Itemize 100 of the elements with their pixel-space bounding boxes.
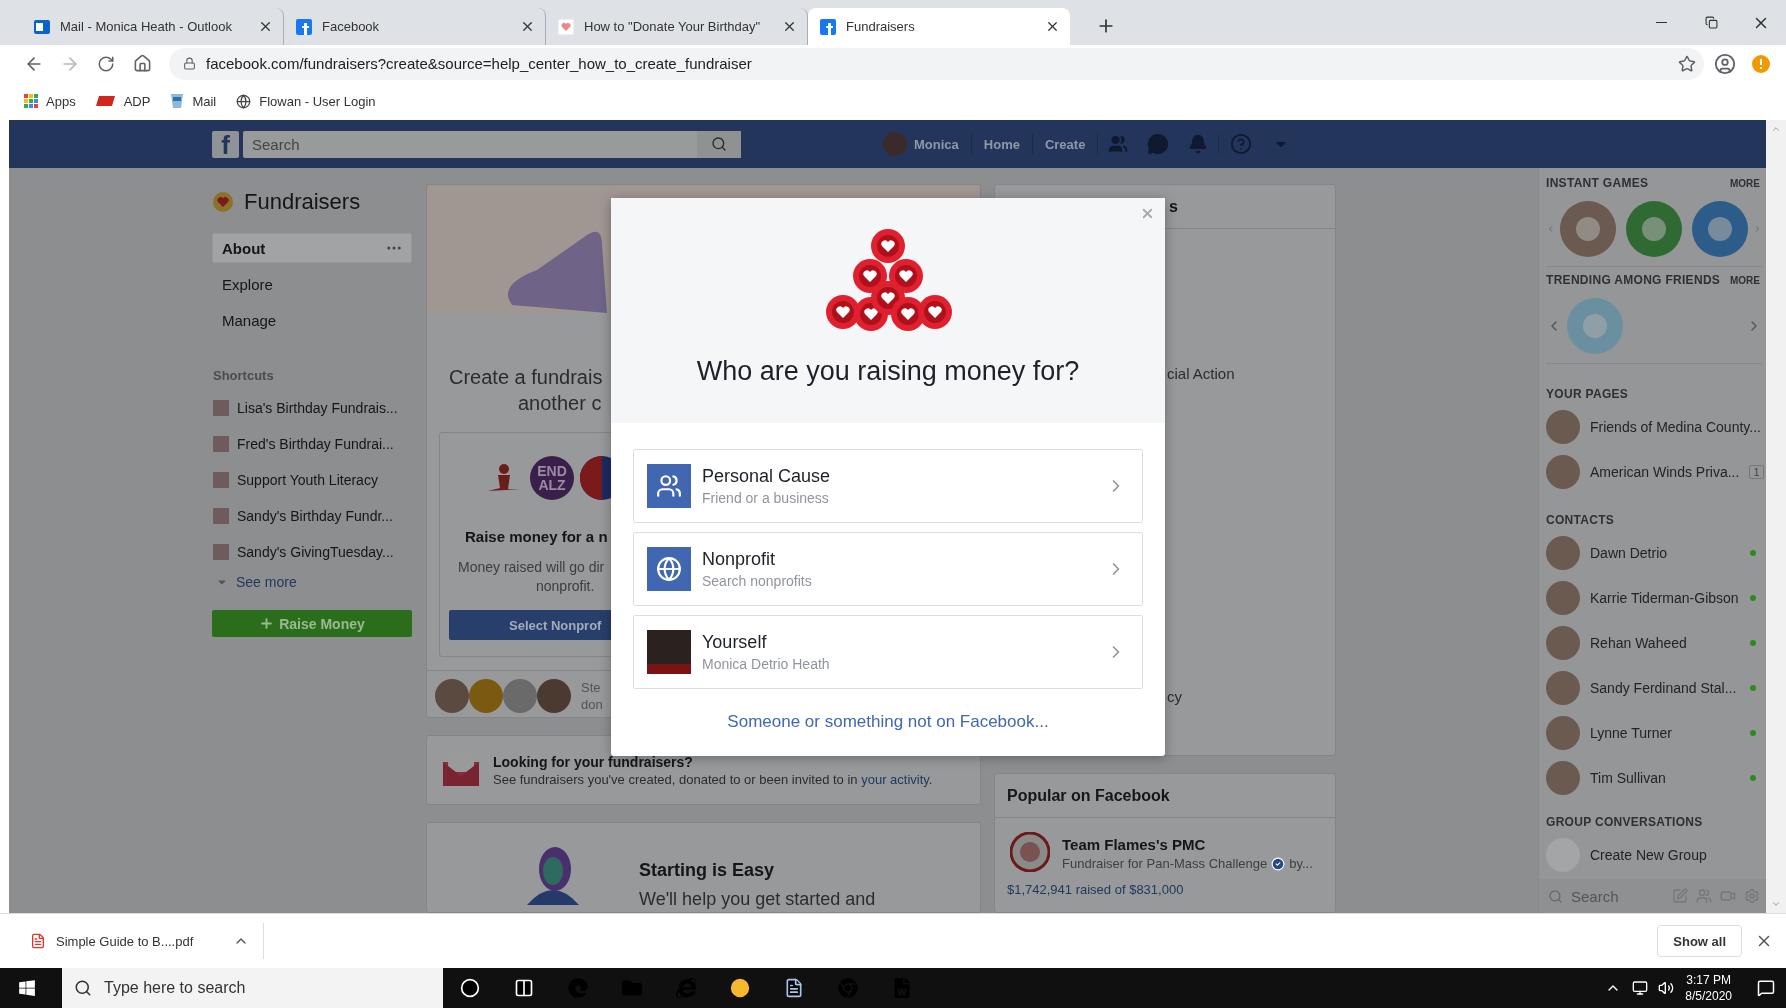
thumbnail bbox=[213, 508, 229, 524]
avatar bbox=[537, 679, 571, 713]
card-text: cy bbox=[1167, 688, 1182, 706]
bookmark[interactable]: Apps bbox=[24, 93, 76, 109]
globe-icon bbox=[236, 93, 252, 109]
shortcut-link[interactable]: Support Youth Literacy bbox=[212, 465, 412, 495]
amount-link[interactable]: $1,742,941 raised of $831,000 bbox=[1007, 882, 1335, 897]
search-field[interactable]: Search bbox=[243, 130, 741, 158]
nav-link[interactable]: Home bbox=[971, 130, 1032, 158]
section-heading: TRENDING AMONG FRIENDS bbox=[1546, 273, 1721, 287]
show-all-button[interactable]: Show all bbox=[1657, 925, 1742, 957]
shortcut-link[interactable]: Sandy's GivingTuesday... bbox=[212, 537, 412, 567]
raise-money-button[interactable]: Raise Money bbox=[212, 610, 412, 637]
site-logo[interactable]: f bbox=[212, 130, 239, 158]
settings-icon[interactable] bbox=[1744, 888, 1760, 904]
search-button[interactable] bbox=[697, 130, 741, 158]
message-icon bbox=[1757, 979, 1775, 997]
star-icon[interactable] bbox=[1678, 54, 1696, 73]
ring-icon bbox=[460, 978, 480, 998]
close-icon[interactable] bbox=[1045, 19, 1060, 34]
contact-item[interactable]: Rehan Waheed bbox=[1546, 622, 1766, 663]
sidebar-item[interactable]: Manage bbox=[212, 305, 412, 335]
sidebar-item[interactable]: Explore bbox=[212, 269, 412, 299]
sidebar-title: Fundraisers bbox=[244, 189, 361, 215]
browser-tab[interactable]: How to "Donate Your Birthday" bbox=[546, 8, 808, 45]
page-link[interactable]: Friends of Medina County... bbox=[1546, 406, 1766, 447]
option-title: Yourself bbox=[702, 632, 768, 653]
thumbnail bbox=[213, 472, 229, 488]
option-row[interactable]: Yourself Monica Detrio Heath bbox=[633, 615, 1143, 689]
alz-logo: END ALZ bbox=[530, 456, 574, 500]
other-link[interactable]: Someone or something not on Facebook... bbox=[727, 712, 1049, 732]
more-link[interactable]: MORE bbox=[1730, 177, 1760, 189]
clock-time: 3:17 PM bbox=[1685, 972, 1732, 988]
monitor-icon bbox=[1632, 980, 1649, 996]
option-row[interactable]: Personal Cause Friend or a business bbox=[633, 449, 1143, 523]
shortcut-link[interactable]: Fred's Birthday Fundrai... bbox=[212, 429, 412, 459]
page-link[interactable]: American Winds Priva... 1 bbox=[1546, 451, 1766, 492]
avatar bbox=[1546, 580, 1580, 615]
scroll-up-icon[interactable] bbox=[1771, 124, 1781, 134]
close-icon[interactable] bbox=[520, 19, 535, 34]
compose-icon[interactable] bbox=[1672, 888, 1688, 904]
contact-item[interactable]: Lynne Turner bbox=[1546, 712, 1766, 753]
fundraiser-subtitle: Fundraiser for Pan-Mass Challenge bbox=[1062, 856, 1268, 871]
taskbar-search-field[interactable]: Type here to search bbox=[62, 968, 443, 1008]
card-title: Raise money for a n bbox=[465, 527, 608, 546]
bookmark[interactable]: ADP bbox=[95, 93, 151, 109]
search-icon bbox=[74, 979, 92, 997]
people-icon[interactable] bbox=[1696, 888, 1712, 904]
video-icon[interactable] bbox=[1720, 888, 1736, 904]
download-item[interactable]: Simple Guide to B....pdf bbox=[30, 923, 264, 959]
address-bar[interactable]: facebook.com/fundraisers?create&source=help_center_how_to_create_fundraiser bbox=[169, 47, 1704, 80]
donor-text: don bbox=[581, 696, 603, 713]
option-row[interactable]: Nonprofit Search nonprofits bbox=[633, 532, 1143, 606]
shortcut-link[interactable]: Sandy's Birthday Fundr... bbox=[212, 501, 412, 531]
shortcut-link[interactable]: Lisa's Birthday Fundrais... bbox=[212, 393, 412, 423]
profile-link[interactable]: Monica bbox=[871, 130, 971, 158]
windows-icon bbox=[18, 979, 36, 997]
browser-tab[interactable]: Fundraisers bbox=[808, 8, 1070, 45]
contact-item[interactable]: Karrie Tiderman-Gibson bbox=[1546, 577, 1766, 618]
option-subtitle: Search nonprofits bbox=[702, 573, 813, 589]
contact-item[interactable]: Dawn Detrio bbox=[1546, 532, 1766, 573]
avatar bbox=[469, 679, 503, 713]
seal-logo-icon bbox=[1010, 832, 1050, 872]
bookmark[interactable]: Mail bbox=[170, 93, 217, 109]
clock[interactable]: 3:17 PM 8/5/2020 bbox=[1685, 972, 1732, 1004]
close-icon[interactable] bbox=[782, 19, 797, 34]
see-more-link[interactable]: See more bbox=[212, 569, 412, 595]
sidebar-item[interactable]: About bbox=[212, 233, 412, 263]
people-icon bbox=[647, 464, 691, 508]
section-heading: YOUR PAGES bbox=[1546, 387, 1629, 401]
contact-item[interactable]: Tim Sullivan bbox=[1546, 757, 1766, 798]
bookmark[interactable]: Flowan - User Login bbox=[236, 93, 376, 109]
site-icon bbox=[820, 18, 836, 35]
avatar bbox=[1546, 409, 1580, 444]
reload-icon bbox=[97, 54, 115, 73]
activity-link[interactable]: your activity bbox=[861, 771, 929, 787]
fundraiser-subtitle: by... bbox=[1289, 856, 1313, 871]
logo-icon bbox=[95, 95, 116, 107]
avatar bbox=[1546, 454, 1580, 489]
contact-item[interactable]: Sandy Ferdinand Stal... bbox=[1546, 667, 1766, 708]
user-icon bbox=[1714, 52, 1736, 75]
card-title: Starting is Easy bbox=[639, 860, 776, 881]
browser-tab[interactable]: Facebook bbox=[284, 8, 546, 45]
game-icon[interactable] bbox=[1691, 199, 1749, 258]
game-icon[interactable] bbox=[1625, 199, 1683, 258]
browser-tab[interactable]: Mail - Monica Heath - Outlook bbox=[22, 8, 284, 45]
avatar bbox=[1546, 760, 1580, 795]
scroll-down-icon[interactable] bbox=[1771, 899, 1781, 909]
more-link[interactable]: MORE bbox=[1730, 274, 1760, 286]
card-text: Money raised will go dir bbox=[458, 558, 605, 577]
task-view-icon bbox=[514, 978, 534, 998]
card-text: See fundraisers you've created, donated to or been invited to in your activity. bbox=[493, 771, 933, 787]
card-heading: another c bbox=[518, 391, 602, 416]
fundraiser-title[interactable]: Team Flames's PMC bbox=[1062, 836, 1313, 853]
nav-link[interactable]: Create bbox=[1032, 130, 1098, 158]
create-group-link[interactable]: Create New Group bbox=[1546, 834, 1766, 875]
home-icon bbox=[132, 54, 152, 73]
game-icon[interactable] bbox=[1559, 199, 1617, 258]
avatar bbox=[1546, 670, 1580, 705]
close-icon[interactable] bbox=[258, 19, 273, 34]
